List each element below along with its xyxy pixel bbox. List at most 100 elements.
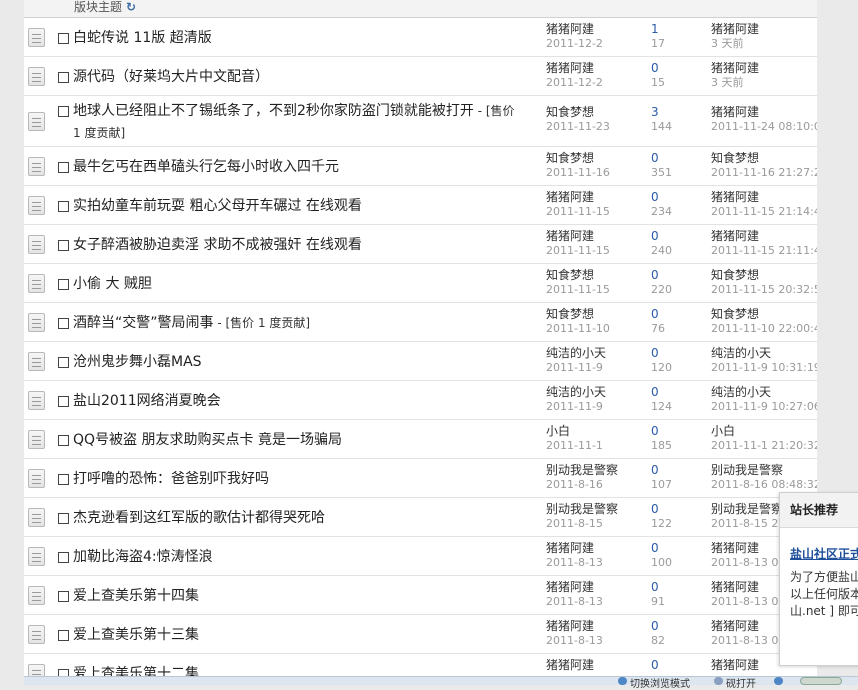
thread-title-link[interactable]: 地球人已经阻止不了锡纸条了，不到2秒你家防盗门锁就能被打开 - [售价 1 度贡… [73, 100, 523, 144]
thread-author[interactable]: 猪猪阿建 [546, 619, 594, 633]
thread-checkbox[interactable] [58, 72, 69, 83]
thread-title-text[interactable]: 酒醉当“交警”警局闹事 [73, 315, 214, 331]
thread-last-user[interactable]: 猪猪阿建 [711, 580, 759, 594]
thread-last-user[interactable]: 纯洁的小天 [711, 385, 771, 399]
thread-title-link[interactable]: 小偷 大 贼胆 [73, 273, 523, 295]
thread-author[interactable]: 猪猪阿建 [546, 229, 594, 243]
thread-title-text[interactable]: 爱上查美乐第十三集 [73, 627, 199, 643]
thread-last-time: 2011-11-15 21:11:44 [711, 244, 817, 257]
thread-title-text[interactable]: 白蛇传说 11版 超清版 [73, 30, 212, 46]
thread-author[interactable]: 猪猪阿建 [546, 22, 594, 36]
thread-title-text[interactable]: 女子醉酒被胁迫卖淫 求助不成被强奸 在线观看 [73, 237, 362, 253]
popup-title: 站长推荐 [780, 493, 858, 528]
thread-title-link[interactable]: 实拍幼童车前玩耍 粗心父母开车碾过 在线观看 [73, 195, 523, 217]
thread-last-user[interactable]: 别动我是警察 [711, 463, 783, 477]
thread-last-user[interactable]: 猪猪阿建 [711, 190, 759, 204]
popup-link[interactable]: 盐山社区正式 [790, 545, 858, 562]
mode-switch-link[interactable]: 切换浏览模式 [630, 675, 690, 690]
thread-author[interactable]: 别动我是警察 [546, 502, 618, 516]
thread-title-text[interactable]: 地球人已经阻止不了锡纸条了，不到2秒你家防盗门锁就能被打开 [73, 103, 474, 119]
thread-title-text[interactable]: 小偷 大 贼胆 [73, 276, 152, 292]
thread-author[interactable]: 猪猪阿建 [546, 190, 594, 204]
thread-title-link[interactable]: 打呼噜的恐怖：爸爸别吓我好吗 [73, 468, 523, 490]
thread-checkbox[interactable] [58, 474, 69, 485]
thread-title-link[interactable]: 加勒比海盗4:惊涛怪浪 [73, 546, 523, 568]
thread-last-time: 2011-8-13 09: [711, 634, 790, 647]
thread-title-text[interactable]: 杰克逊看到这红军版的歌估计都得哭死哈 [73, 510, 325, 526]
thread-title-text[interactable]: 爱上查美乐第十四集 [73, 588, 199, 604]
thread-checkbox[interactable] [58, 357, 69, 368]
thread-title-link[interactable]: 最牛乞丐在西单磕头行乞每小时收入四千元 [73, 156, 523, 178]
thread-author[interactable]: 纯洁的小天 [546, 385, 606, 399]
thread-row: 杰克逊看到这红军版的歌估计都得哭死哈 别动我是警察 2011-8-15 0 122 别动我… [24, 498, 817, 537]
thread-date: 2011-11-15 [546, 244, 610, 257]
thread-checkbox[interactable] [58, 552, 69, 563]
thread-last-user[interactable]: 猪猪阿建 [711, 541, 759, 555]
thread-title-link[interactable]: 杰克逊看到这红军版的歌估计都得哭死哈 [73, 507, 523, 529]
thread-last-user[interactable]: 猪猪阿建 [711, 229, 759, 243]
thread-last-user[interactable]: 小白 [711, 424, 735, 438]
thread-author[interactable]: 猪猪阿建 [546, 580, 594, 594]
thread-title-text[interactable]: 最牛乞丐在西单磕头行乞每小时收入四千元 [73, 159, 339, 175]
refresh-icon[interactable]: ↻ [126, 0, 136, 14]
thread-replies: 1 [651, 22, 659, 36]
thread-title-link[interactable]: 酒醉当“交警”警局闹事 - [售价 1 度贡献] [73, 312, 523, 334]
thread-checkbox[interactable] [58, 318, 69, 329]
thread-last-user[interactable]: 知食梦想 [711, 151, 759, 165]
thread-author[interactable]: 猪猪阿建 [546, 61, 594, 75]
thread-checkbox[interactable] [58, 396, 69, 407]
thread-checkbox[interactable] [58, 435, 69, 446]
thread-title-text[interactable]: 盐山2011网络消夏晚会 [73, 393, 221, 409]
thread-last-time: 3 天前 [711, 37, 744, 50]
thread-author[interactable]: 知食梦想 [546, 151, 594, 165]
thread-author[interactable]: 猪猪阿建 [546, 658, 594, 672]
thread-title-link[interactable]: 白蛇传说 11版 超清版 [73, 27, 523, 49]
thread-title-text[interactable]: 源代码（好莱坞大片中文配音） [73, 69, 269, 85]
thread-last-time: 2011-11-10 22:00:45 [711, 322, 817, 335]
thread-views: 17 [651, 37, 665, 50]
thread-author[interactable]: 纯洁的小天 [546, 346, 606, 360]
thread-checkbox[interactable] [58, 201, 69, 212]
thread-title-link[interactable]: QQ号被盗 朋友求助购买点卡 竟是一场骗局 [73, 429, 523, 451]
thread-checkbox[interactable] [58, 591, 69, 602]
thread-author[interactable]: 知食梦想 [546, 268, 594, 282]
thread-title-text[interactable]: 实拍幼童车前玩耍 粗心父母开车碾过 在线观看 [73, 198, 362, 214]
thread-last-user[interactable]: 知食梦想 [711, 268, 759, 282]
thread-title-link[interactable]: 源代码（好莱坞大片中文配音） [73, 66, 523, 88]
thread-title-link[interactable]: 爱上查美乐第十三集 [73, 624, 523, 646]
thread-author[interactable]: 知食梦想 [546, 105, 594, 119]
thread-title-link[interactable]: 爱上查美乐第十四集 [73, 585, 523, 607]
thread-last-user[interactable]: 知食梦想 [711, 307, 759, 321]
section-title-text: 版块主题 [74, 0, 123, 14]
thread-last-user[interactable]: 纯洁的小天 [711, 346, 771, 360]
thread-title-link[interactable]: 沧州鬼步舞小磊MAS [73, 351, 523, 373]
thread-author[interactable]: 猪猪阿建 [546, 541, 594, 555]
thread-last-user[interactable]: 猪猪阿建 [711, 658, 759, 672]
thread-author[interactable]: 别动我是警察 [546, 463, 618, 477]
thread-views: 76 [651, 322, 665, 335]
open-link[interactable]: 砚打开 [726, 675, 756, 690]
thread-checkbox[interactable] [58, 279, 69, 290]
thread-author[interactable]: 知食梦想 [546, 307, 594, 321]
thread-last-user[interactable]: 猪猪阿建 [711, 61, 759, 75]
thread-title-text[interactable]: 沧州鬼步舞小磊MAS [73, 354, 202, 370]
thread-checkbox[interactable] [58, 106, 69, 117]
thread-title-text[interactable]: 加勒比海盗4:惊涛怪浪 [73, 549, 213, 565]
thread-row: 最牛乞丐在西单磕头行乞每小时收入四千元 知食梦想 2011-11-16 0 351 知食梦… [24, 147, 817, 186]
thread-last-user[interactable]: 猪猪阿建 [711, 105, 759, 119]
thread-checkbox[interactable] [58, 513, 69, 524]
thread-views: 107 [651, 478, 672, 491]
thread-title-link[interactable]: 盐山2011网络消夏晚会 [73, 390, 523, 412]
thread-title-text[interactable]: 打呼噜的恐怖：爸爸别吓我好吗 [73, 471, 269, 487]
thread-author[interactable]: 小白 [546, 424, 570, 438]
thread-checkbox[interactable] [58, 630, 69, 641]
thread-checkbox[interactable] [58, 240, 69, 251]
thread-last-user[interactable]: 猪猪阿建 [711, 22, 759, 36]
thread-views: 122 [651, 517, 672, 530]
thread-checkbox[interactable] [58, 162, 69, 173]
thread-last-user[interactable]: 别动我是警察 [711, 502, 783, 516]
thread-title-text[interactable]: QQ号被盗 朋友求助购买点卡 竟是一场骗局 [73, 432, 342, 448]
thread-title-link[interactable]: 女子醉酒被胁迫卖淫 求助不成被强奸 在线观看 [73, 234, 523, 256]
thread-checkbox[interactable] [58, 33, 69, 44]
thread-last-user[interactable]: 猪猪阿建 [711, 619, 759, 633]
